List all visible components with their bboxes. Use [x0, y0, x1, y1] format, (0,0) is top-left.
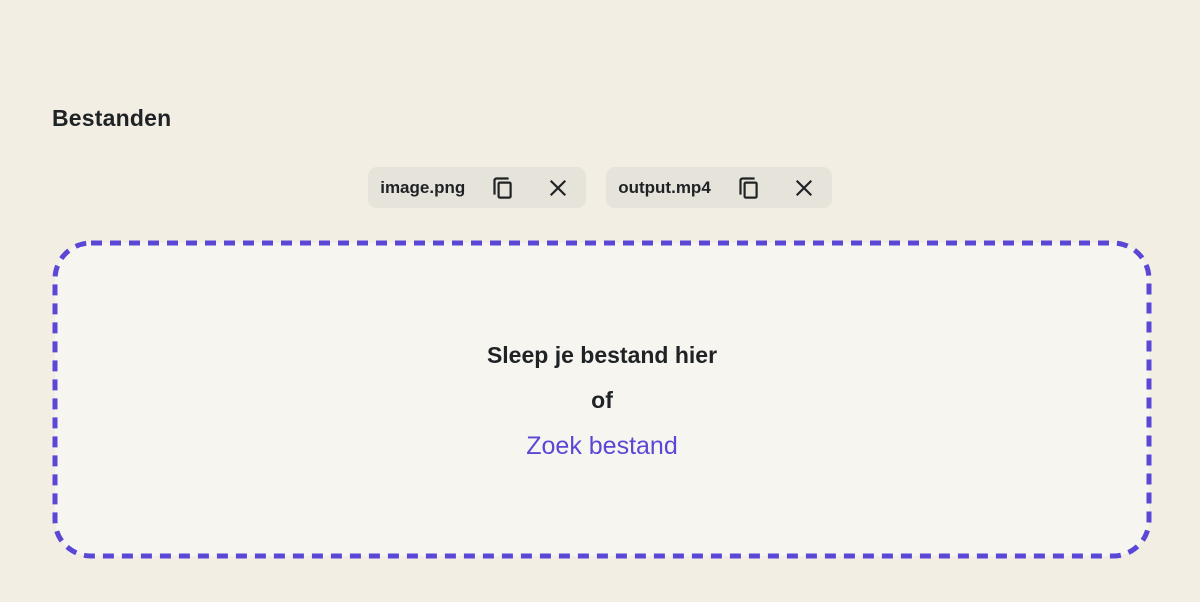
- file-upload-section: Bestanden image.png output.mp4 Sleep je …: [0, 0, 1200, 602]
- file-chip: output.mp4: [606, 167, 832, 208]
- file-name: image.png: [380, 177, 466, 197]
- file-chip: image.png: [368, 167, 587, 208]
- copy-button[interactable]: [487, 172, 519, 204]
- file-chip-list: image.png output.mp4: [0, 167, 1200, 208]
- file-name: output.mp4: [618, 177, 711, 197]
- remove-file-button[interactable]: [542, 172, 574, 204]
- remove-file-button[interactable]: [788, 172, 820, 204]
- copy-button[interactable]: [733, 172, 765, 204]
- close-icon: [795, 179, 812, 196]
- section-title: Bestanden: [52, 105, 172, 131]
- close-icon: [550, 179, 567, 196]
- dropzone-content: Sleep je bestand hier of Zoek bestand: [52, 240, 1152, 559]
- file-dropzone[interactable]: Sleep je bestand hier of Zoek bestand: [52, 240, 1152, 559]
- copy-icon: [493, 176, 512, 199]
- copy-icon: [739, 176, 758, 199]
- browse-file-link[interactable]: Zoek bestand: [526, 431, 678, 461]
- drop-instruction: Sleep je bestand hier: [486, 342, 718, 368]
- drop-or-text: of: [591, 387, 613, 413]
